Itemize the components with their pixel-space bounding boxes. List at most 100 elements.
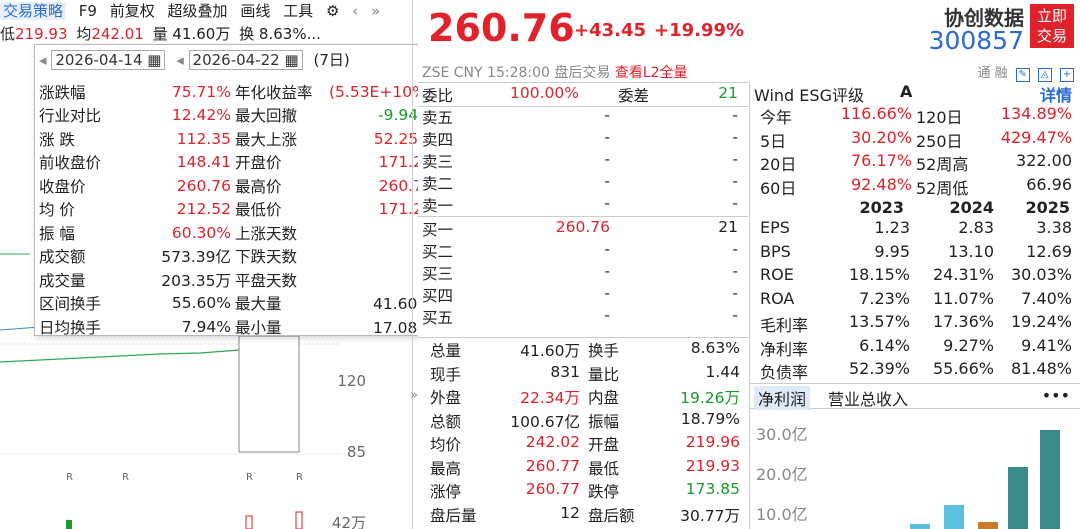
level-label: 卖三 [422,153,454,171]
stat-label: 涨跌幅 [39,83,86,102]
end-date-input[interactable]: 2026-04-22 ▦ [188,50,303,70]
low-label: 低 [0,25,16,43]
draw-line-button[interactable]: 画线 [240,2,270,20]
fin-value: 55.66% [932,359,994,378]
tab-net-profit[interactable]: 净利润 [754,386,811,410]
l2-link[interactable]: 查看L2全量 [615,65,688,81]
stat-value: 75.71% [171,82,231,101]
strategy-button[interactable]: 交易策略 [0,2,67,20]
stats-row: 涨 跌 112.35 最大上涨 52.25% [37,127,435,151]
perf-value: 429.47% [1000,127,1072,147]
stat-value: 112.35 [176,129,231,148]
stat-label: 日均换手 [39,318,102,337]
stat-label: 收盘价 [39,177,86,196]
financial-row: ROA 7.23% 11.07% 7.40% [750,289,1080,313]
level-label: 买二 [422,243,454,261]
stat-value: 260.77 [525,480,580,498]
fin-value: 81.48% [1010,359,1072,378]
bar-chart-y-label: 30.0亿 [756,425,808,444]
turn-label: 换 [239,25,255,43]
order-book-row: 卖五 - - [418,106,748,130]
stat-value: 242.02 [525,433,580,451]
stat-label: 最高 [430,459,462,478]
level-price: - [604,150,610,168]
order-book-row: 买五 - - [418,306,748,330]
stat-label: 涨 跌 [39,130,75,149]
more-icon[interactable]: ••• [1042,386,1070,405]
stats-row: 成交额573.39亿下跌天数3 [37,245,435,269]
fin-value: 12.69 [1026,241,1072,261]
chevron-left-icon[interactable]: ‹ [352,2,358,20]
super-overlay-button[interactable]: 超级叠加 [168,2,228,20]
stat-label: 现手 [430,365,462,384]
stats-row: 行业对比 12.42% 最大回撤 -9.94% [37,104,435,128]
order-book-row: 卖二 - - [418,172,748,196]
volume-bar [295,511,303,529]
stat-value: 212.52 [176,200,231,219]
vol-value: 41.60万 [172,25,231,43]
stats-row: 日均换手 7.94% 最小量 17.08万 [37,315,435,339]
perf-value: 76.17% [850,151,912,170]
low-value: 219.93 [15,25,68,43]
market-status: ZSE CNY 15:28:00 盘后交易 查看L2全量 [422,65,688,81]
stat-value: 12 [560,503,580,522]
interval-stats-popup[interactable]: ◂ 2026-04-14 ▦ ◂ 2026-04-22 ▦ (7日) ✕ 涨跌幅… [34,44,444,339]
esg-detail-link[interactable]: 详情 [1040,82,1072,106]
stat-label: 总量 [430,342,462,360]
fin-value: 2.83 [958,218,994,237]
level-volume: - [732,150,738,168]
bar-chart-y-label: 10.0亿 [756,505,808,524]
stats-row: 涨跌幅 75.71% 年化收益率 (5.53E+10%) [37,80,435,104]
stat-label: 总额 [430,412,462,431]
chart-toolbar: 交易策略 F9 前复权 超级叠加 画线 工具 ⚙ ‹ » [0,0,388,22]
level-price: - [604,128,610,146]
stat-label: 盘后额 [588,506,635,525]
prior-adjust-button[interactable]: 前复权 [110,2,155,20]
edit-icon[interactable]: ✎ [1015,68,1030,82]
fin-label: 负债率 [760,363,809,382]
bar [978,522,998,529]
add-icon[interactable]: + [1060,68,1074,82]
stat-label: 开盘价 [235,154,282,173]
trade-now-button[interactable]: 立即交易 [1030,4,1074,48]
tab-revenue[interactable]: 营业总收入 [828,386,908,410]
stat-value: 573.39亿 [161,248,231,267]
price-change-pct: +19.99% [654,20,745,41]
level-price: - [604,240,610,258]
stat-value: 148.41 [176,153,231,172]
level-label: 买四 [422,287,454,305]
stat-label: 开盘 [588,436,620,454]
stat-value: 8.63% [690,339,740,357]
stock-code: 300857 [928,26,1024,55]
stat-label: 平盘天数 [235,271,298,290]
level-label: 买一 [422,221,454,239]
stat-value: 260.76 [176,176,231,195]
last-price: 260.76 [428,6,575,50]
order-book-row: 买二 - - [418,240,748,264]
settings-icon[interactable]: ⚙ [326,2,339,20]
start-date-input[interactable]: 2026-04-14 ▦ [51,50,166,70]
stat-value: 55.60% [171,294,231,313]
financial-row: 负债率 52.39% 55.66% 81.48% [750,359,1080,383]
f9-button[interactable]: F9 [79,2,97,20]
level-label: 买五 [422,309,454,327]
bell-icon[interactable]: ◬ [1037,68,1052,82]
fin-value: 3.38 [1036,218,1072,237]
chevron-right-icon[interactable]: » [371,2,380,20]
stat-label: 下跌天数 [235,248,298,267]
vol-label: 量 [152,25,168,43]
perf-value: 116.66% [840,104,912,123]
tools-button[interactable]: 工具 [283,2,313,20]
stat-label: 均 价 [39,201,75,220]
fin-value: 9.41% [1021,335,1072,355]
stat-value: 260.77 [525,456,580,475]
fin-label: EPS [760,218,790,237]
level-price: - [604,262,610,280]
stat-label: 最低价 [235,201,282,220]
perf-value: 66.96 [1026,174,1072,194]
perf-value: 30.20% [850,127,912,147]
stat-label: 外盘 [430,389,462,407]
expand-icon[interactable]: » [410,388,418,403]
fin-value: 24.31% [932,265,994,284]
stat-label: 盘后量 [430,506,477,525]
